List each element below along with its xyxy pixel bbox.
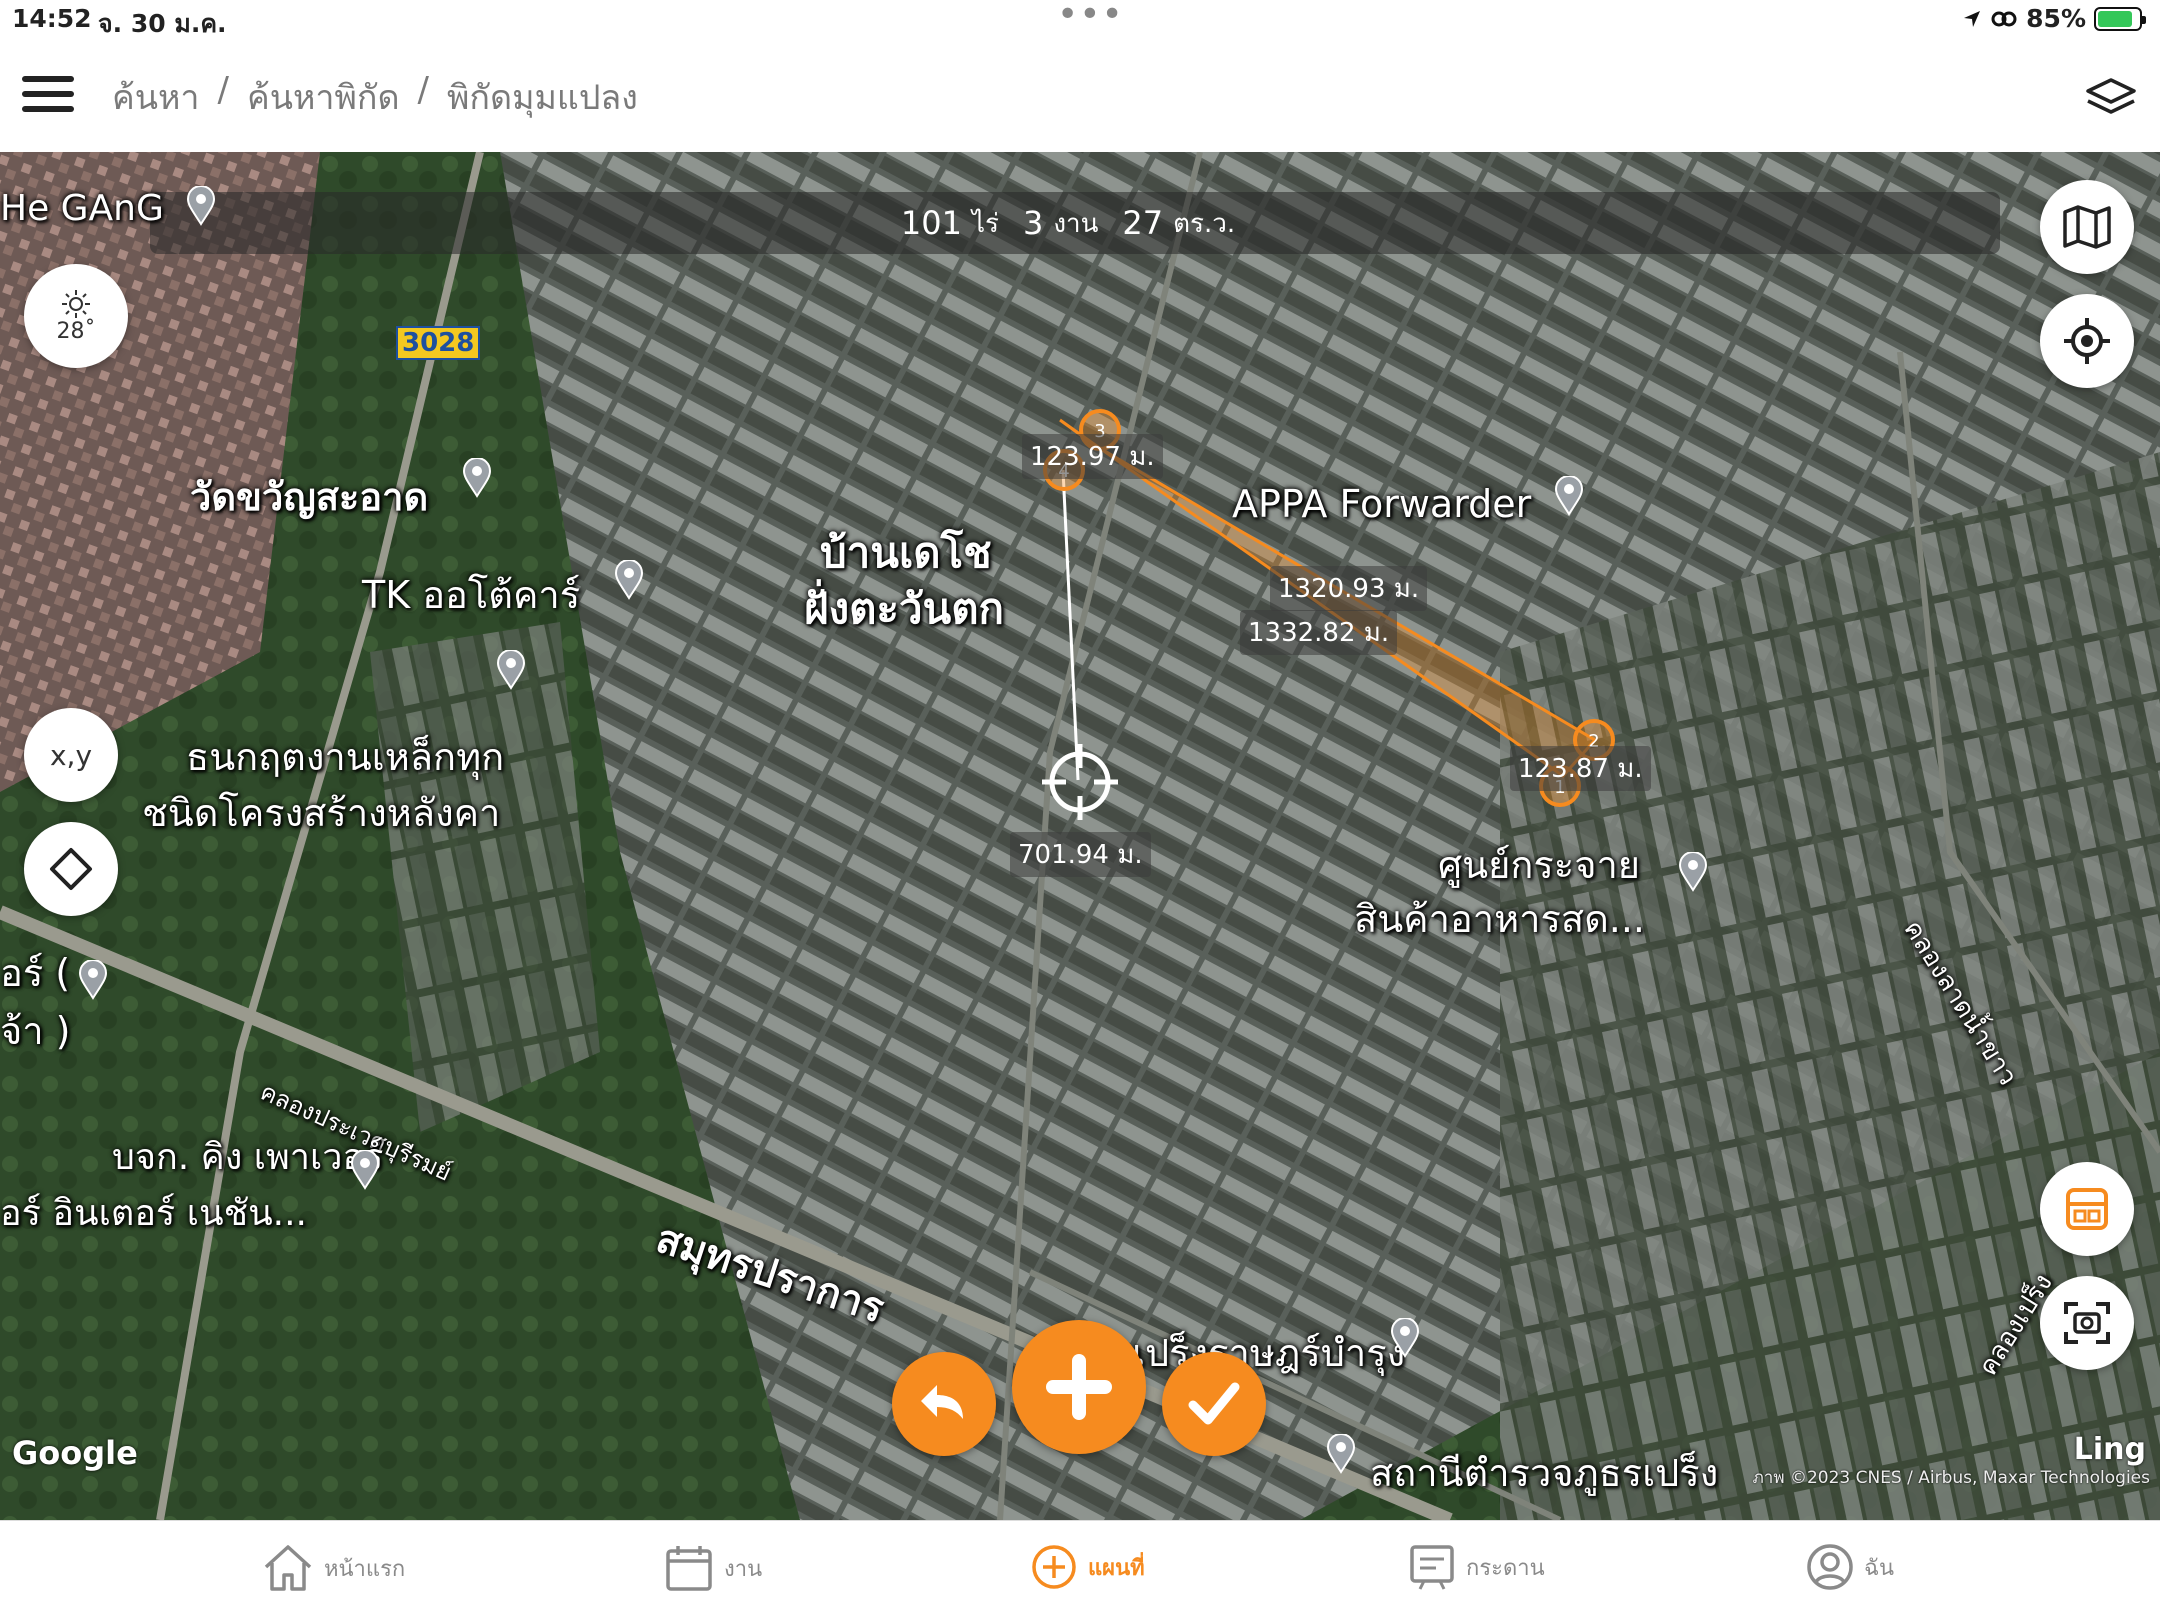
place-label: ศูนย์กระจาย	[1438, 843, 1641, 887]
google-logo: Google	[12, 1434, 138, 1472]
tab-board[interactable]: กระดาน	[1408, 1543, 1545, 1591]
bottom-tab-bar: หน้าแรก งาน แผนที่ กระดาน ฉัน	[0, 1520, 2160, 1621]
confirm-button[interactable]	[1162, 1352, 1266, 1456]
map-pin-icon[interactable]	[614, 560, 644, 600]
map-type-button[interactable]	[2040, 180, 2134, 274]
battery-percent: 85%	[2026, 4, 2086, 33]
status-date: จ. 30 ม.ค.	[98, 9, 227, 38]
plus-circle-icon	[1032, 1545, 1076, 1589]
add-point-button[interactable]	[1012, 1320, 1146, 1454]
map-icon	[2063, 205, 2111, 249]
breadcrumb-search-coords[interactable]: ค้นหาพิกัด	[247, 70, 400, 124]
save-form-button[interactable]	[2040, 1162, 2134, 1256]
status-indicators: 85%	[1962, 4, 2146, 33]
breadcrumb-search[interactable]: ค้นหา	[112, 70, 200, 124]
screenshot-icon	[2064, 1302, 2110, 1344]
xy-coordinate-button[interactable]: x,y	[24, 708, 118, 802]
xy-label: x,y	[49, 738, 93, 772]
side-length-label: 123.87 ม.	[1510, 746, 1651, 791]
area-wa-value: 27	[1122, 204, 1164, 242]
area-rai-unit: ไร่	[971, 208, 999, 239]
check-icon	[1188, 1382, 1240, 1425]
crosshair-icon	[1042, 744, 1118, 820]
map-pin-icon[interactable]	[496, 650, 526, 690]
place-label: อร์ อินเตอร์ เนชัน...	[0, 1193, 308, 1234]
tab-home[interactable]: หน้าแรก	[262, 1543, 405, 1593]
multitask-dots-icon[interactable]: •••	[1057, 0, 1124, 35]
battery-icon	[2094, 6, 2146, 31]
area-ngan-value: 3	[1022, 204, 1044, 242]
calendar-icon	[666, 1546, 712, 1591]
distance-label: 701.94 ม.	[1010, 832, 1151, 877]
side-length-label: 1320.93 ม.	[1270, 566, 1428, 611]
place-label: วัดขวัญสะอาด	[190, 475, 429, 519]
place-label: He GAnG	[0, 188, 164, 229]
area-summary-bar: 101 ไร่ 3 งาน 27 ตร.ว.	[150, 192, 2000, 254]
place-label: สินค้าอาหารสด...	[1354, 897, 1645, 941]
school-pin-icon[interactable]	[1390, 1318, 1420, 1358]
locate-button[interactable]	[2040, 294, 2134, 388]
place-label: สถานีตำรวจภูธรเปร็ง	[1370, 1451, 1719, 1495]
temple-pin-icon[interactable]	[462, 458, 492, 498]
undo-button[interactable]	[892, 1352, 996, 1456]
tab-label: หน้าแรก	[324, 1556, 406, 1582]
app-header: ค้นหา / ค้นหาพิกัด / พิกัดมุมแปลง	[0, 42, 2160, 152]
home-icon	[264, 1545, 312, 1591]
tab-label: งาน	[724, 1556, 763, 1582]
map-pin-icon[interactable]	[186, 186, 216, 226]
satellite-map[interactable]: 101 ไร่ 3 งาน 27 ตร.ว. He GAnG 3028 วัดข…	[0, 152, 2160, 1520]
police-pin-icon[interactable]	[1326, 1434, 1356, 1474]
location-arrow-icon	[1964, 10, 1981, 27]
diamond-icon	[50, 848, 92, 890]
hamburger-icon[interactable]	[22, 76, 74, 116]
layers-icon[interactable]	[2084, 74, 2138, 120]
place-label: ฝั่งตะวันตก	[804, 584, 1004, 633]
status-bar: 14:52 จ. 30 ม.ค. ••• 85%	[0, 0, 2160, 42]
tab-map[interactable]: แผนที่	[1030, 1543, 1145, 1591]
place-label: TK ออโต้คาร์	[362, 573, 581, 617]
sun-icon	[62, 289, 90, 318]
map-pin-icon[interactable]	[1554, 476, 1584, 516]
place-label: ธนกฤตงานเหล็กทุก	[186, 735, 505, 779]
screenshot-button[interactable]	[2040, 1276, 2134, 1370]
place-label: จ้า )	[0, 1009, 71, 1053]
tab-label: แผนที่	[1088, 1555, 1145, 1581]
area-wa-unit: ตร.ว.	[1173, 208, 1236, 239]
map-pin-icon[interactable]	[78, 960, 108, 1000]
board-icon	[1410, 1545, 1454, 1590]
breadcrumb: ค้นหา / ค้นหาพิกัด / พิกัดมุมแปลง	[112, 70, 638, 124]
tab-label: กระดาน	[1466, 1555, 1545, 1581]
tab-me[interactable]: ฉัน	[1806, 1543, 1894, 1591]
road-number-badge: 3028	[396, 326, 481, 360]
breadcrumb-corner-coords: พิกัดมุมแปลง	[447, 78, 638, 118]
side-length-label: 123.97 ม.	[1022, 434, 1163, 479]
temperature-value: 28˚	[56, 318, 96, 344]
place-label: APPA Forwarder	[1232, 482, 1532, 526]
map-pin-icon[interactable]	[1678, 852, 1708, 892]
map-pin-icon[interactable]	[350, 1150, 380, 1190]
ling-logo: Ling	[2073, 1432, 2146, 1467]
direction-button[interactable]	[24, 822, 118, 916]
tab-jobs[interactable]: งาน	[664, 1543, 762, 1593]
user-icon	[1807, 1544, 1853, 1590]
area-rai-value: 101	[900, 204, 962, 242]
save-form-icon	[2066, 1188, 2108, 1230]
place-label: บจก. คิง เพาเวอร์	[112, 1137, 384, 1178]
map-copyright: ภาพ ©2023 CNES / Airbus, Maxar Technolog…	[1752, 1468, 2150, 1488]
undo-icon	[921, 1385, 963, 1419]
link-icon	[1991, 11, 2017, 26]
locate-icon	[2064, 318, 2110, 364]
tab-label: ฉัน	[1864, 1555, 1895, 1581]
plus-icon	[1046, 1354, 1112, 1420]
place-label: อร์ (	[0, 951, 71, 995]
breadcrumb-separator: /	[417, 70, 430, 110]
weather-widget[interactable]: 28˚	[24, 264, 128, 368]
place-label: ชนิดโครงสร้างหลังคา	[142, 791, 501, 835]
breadcrumb-separator: /	[217, 70, 229, 110]
side-length-label: 1332.82 ม.	[1240, 610, 1398, 655]
status-time: 14:52	[12, 4, 92, 33]
area-ngan-unit: งาน	[1053, 208, 1099, 239]
